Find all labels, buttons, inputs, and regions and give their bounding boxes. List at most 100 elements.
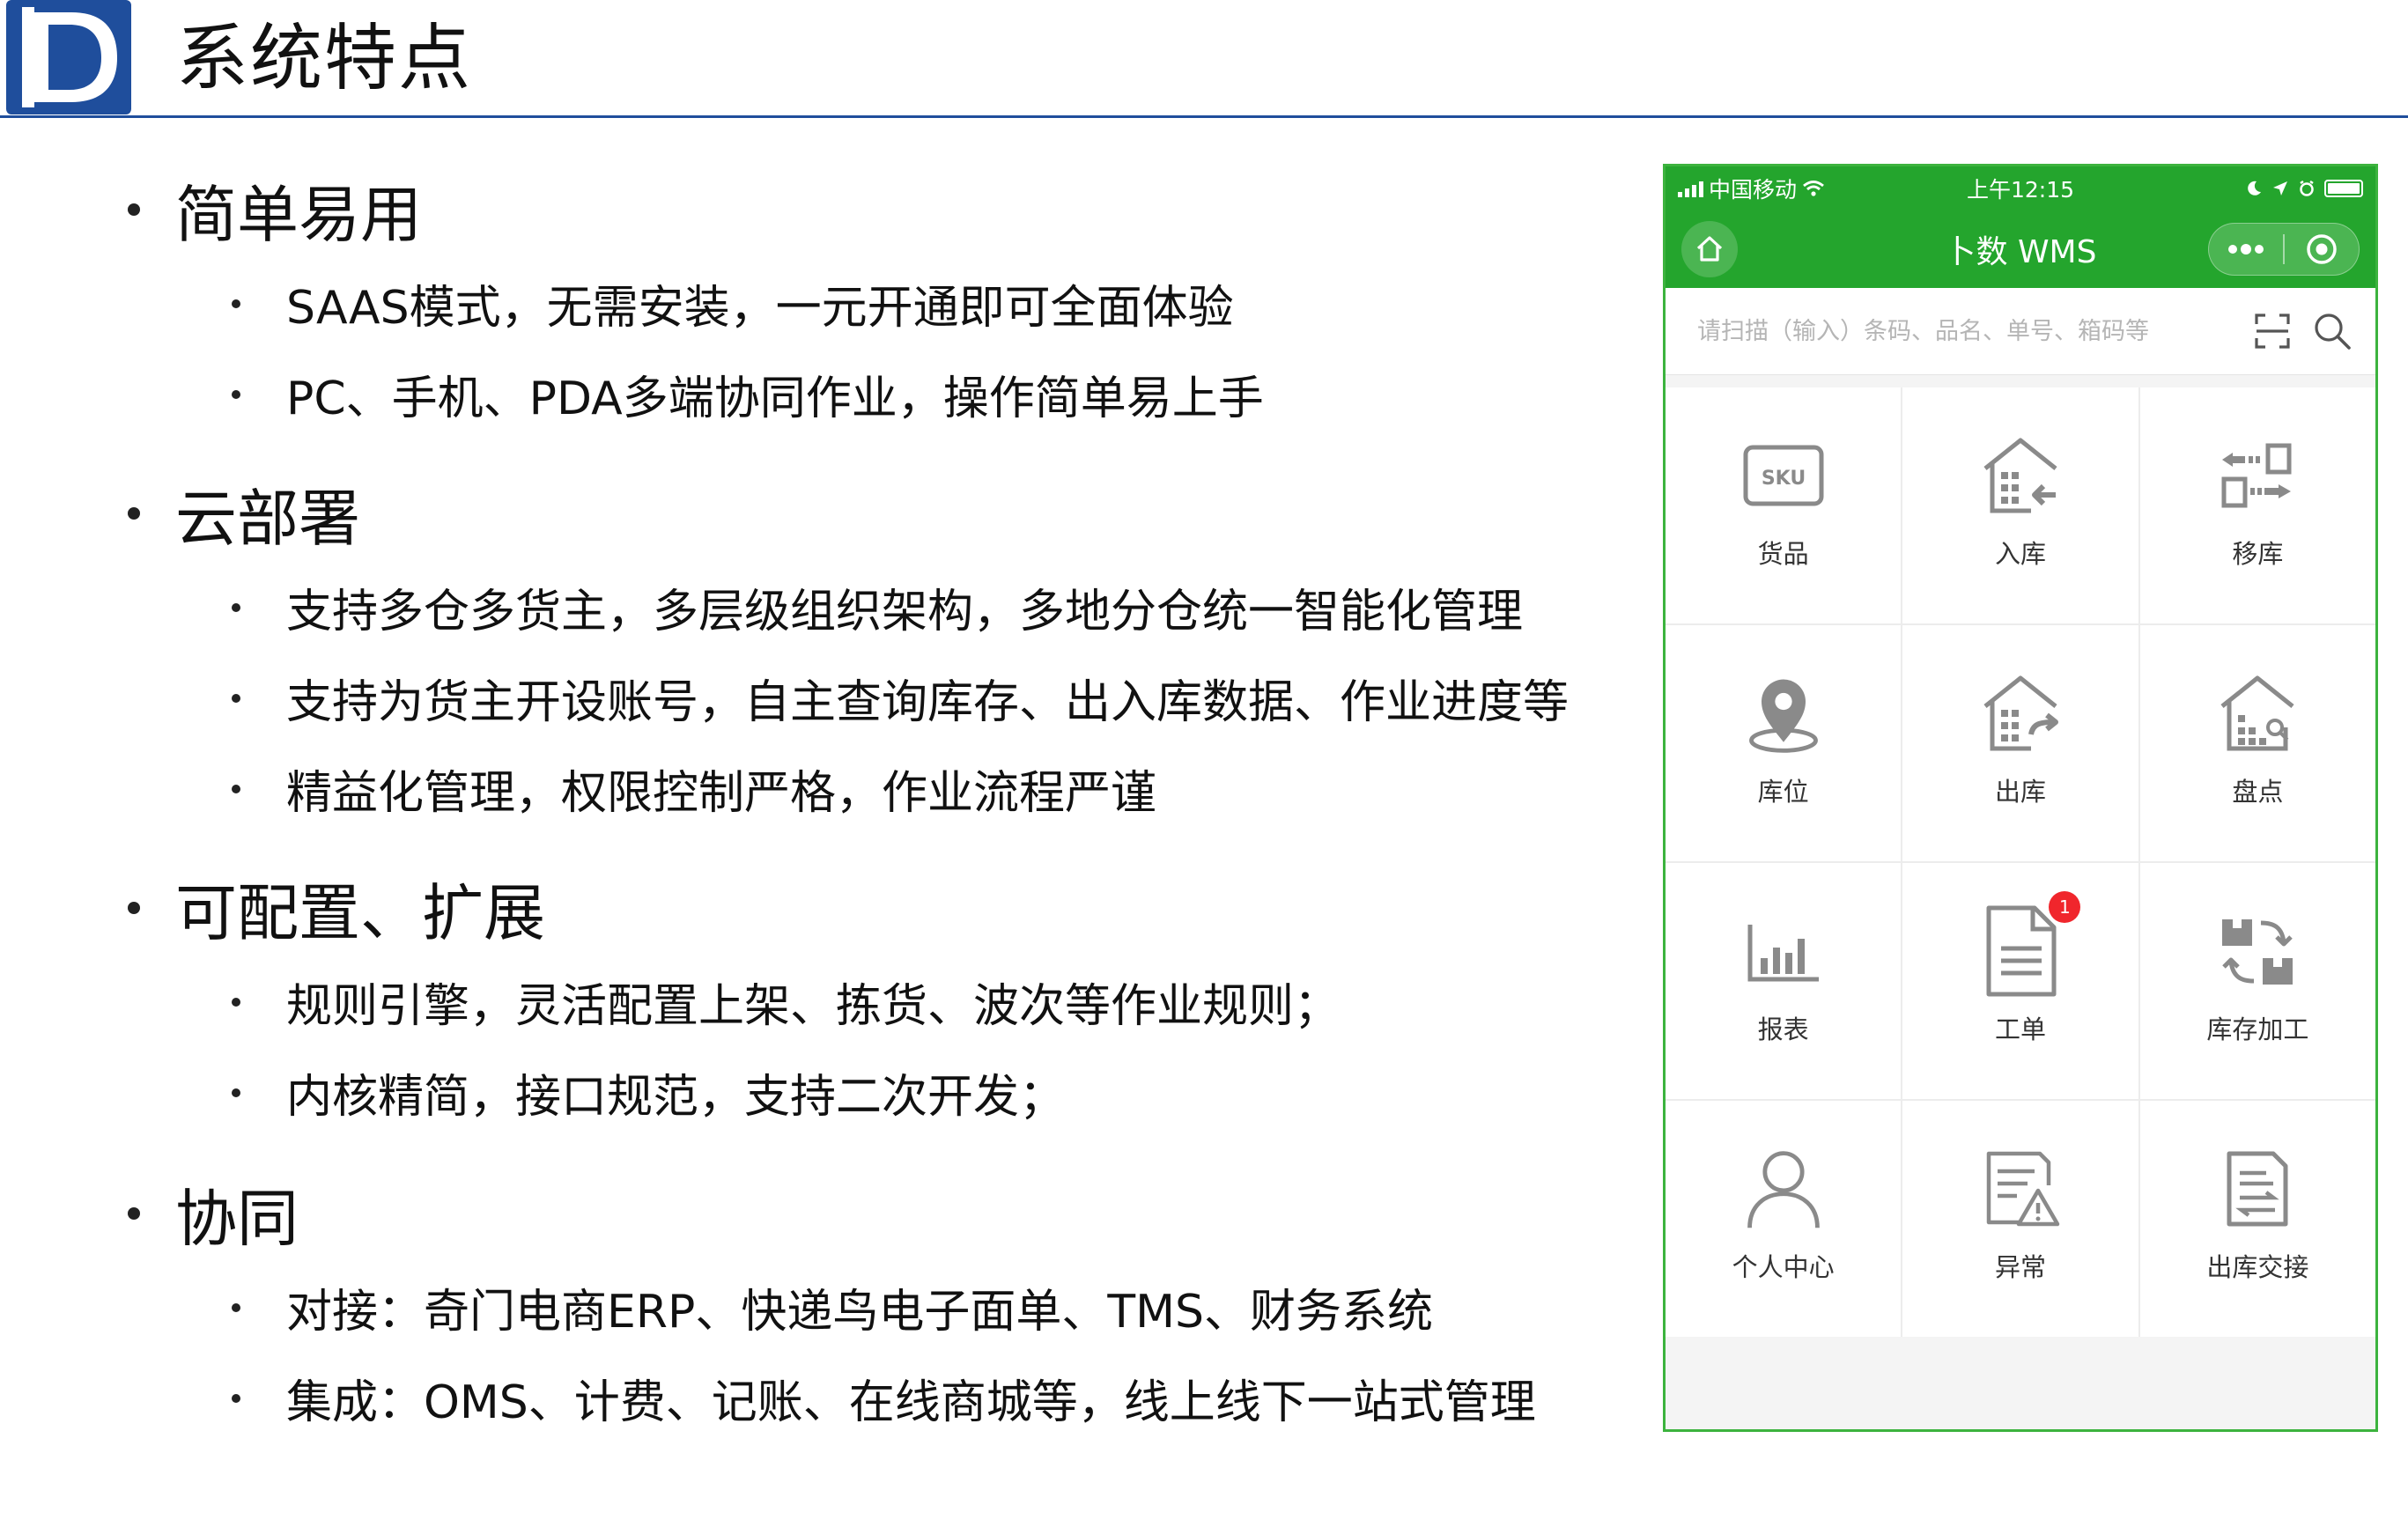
bullet-dot xyxy=(232,299,240,308)
battery-icon xyxy=(2323,180,2363,197)
feature-item: 对接：奇门电商ERP、快递鸟电子面单、TMS、财务系统 xyxy=(128,1262,1536,1353)
tile-label: 盘点 xyxy=(2232,777,2284,807)
tile-label: 库存加工 xyxy=(2206,1014,2309,1044)
bullet-dot xyxy=(128,507,140,520)
search-button[interactable] xyxy=(2308,307,2356,355)
tile-label: 库位 xyxy=(1757,777,1809,807)
more-dots-icon xyxy=(2228,244,2264,254)
phone-screenshot: 中国移动 上午12:15 卜数 WMS 请扫描（输入）条码、品名、单号、箱码等 … xyxy=(1663,164,2378,1432)
search-bar xyxy=(1666,288,2375,375)
tile-label: 工单 xyxy=(1994,1014,2046,1044)
tile-stocktake[interactable]: 盘点 xyxy=(2139,625,2375,861)
scan-button[interactable] xyxy=(2249,307,2296,355)
search-input[interactable] xyxy=(1695,316,2236,346)
bullet-dot xyxy=(128,902,140,914)
tile-transfer[interactable]: 移库 xyxy=(2139,387,2375,623)
bullet-dot xyxy=(232,389,240,399)
moon-icon xyxy=(2248,181,2261,195)
tile-goods[interactable]: SKU 货品 xyxy=(1666,387,1902,623)
user-icon xyxy=(1740,1145,1828,1233)
alarm-icon xyxy=(2300,180,2314,196)
bullet-dot xyxy=(232,693,240,703)
bar-chart-icon xyxy=(1740,907,1828,995)
nav-bar: 卜数 WMS xyxy=(1666,210,2375,288)
tile-work-order[interactable]: 1 工单 xyxy=(1902,863,2138,1099)
tile-processing[interactable]: 库存加工 xyxy=(2139,863,2375,1099)
tile-handover[interactable]: 出库交接 xyxy=(2139,1101,2375,1337)
signal-icon xyxy=(1678,180,1703,197)
section-title: 可配置、扩展 xyxy=(175,876,545,949)
feature-item: 支持为货主开设账号，自主查询库存、出入库数据、作业进度等 xyxy=(128,653,1569,743)
bullet-dot xyxy=(232,784,240,793)
status-bar: 中国移动 上午12:15 xyxy=(1666,166,2375,210)
close-program-button[interactable] xyxy=(2285,224,2359,275)
bullet-dot xyxy=(232,1088,240,1097)
section-title: 云部署 xyxy=(175,482,360,555)
tile-label: 个人中心 xyxy=(1732,1252,1835,1282)
feature-item: SAAS模式，无需安装，一元开通即可全面体验 xyxy=(128,258,1264,349)
feature-item-text: 精益化管理，权限控制严格，作业流程严谨 xyxy=(286,767,1157,820)
feature-item-text: SAAS模式，无需安装，一元开通即可全面体验 xyxy=(286,282,1234,335)
tile-outbound[interactable]: 出库 xyxy=(1902,625,2138,861)
sku-box-icon: SKU xyxy=(1740,432,1828,520)
section-title: 简单易用 xyxy=(175,178,422,251)
inbound-warehouse-icon xyxy=(1976,432,2065,520)
tile-location[interactable]: 库位 xyxy=(1666,625,1902,861)
search-icon xyxy=(2315,314,2351,350)
bullet-dot xyxy=(232,602,240,612)
tile-label: 异常 xyxy=(1994,1252,2046,1282)
carrier-label: 中国移动 xyxy=(1709,177,1798,203)
location-pin-icon xyxy=(1740,669,1828,757)
notification-badge: 1 xyxy=(2049,891,2081,923)
tile-label: 入库 xyxy=(1994,539,2046,569)
stocktake-warehouse-icon xyxy=(2213,669,2301,757)
feature-item-text: 规则引擎，灵活配置上架、拣货、波次等作业规则； xyxy=(286,980,1341,1033)
function-grid: SKU 货品 入库 移库 库位 出库 盘点 报表 1 工单 库存加工 个人中心 … xyxy=(1666,387,2375,1337)
location-arrow-icon xyxy=(2272,181,2287,195)
tile-inbound[interactable]: 入库 xyxy=(1902,387,2138,623)
feature-item-text: 支持多仓多货主，多层级组织架构，多地分仓统一智能化管理 xyxy=(286,586,1524,638)
feature-section: 可配置、扩展 规则引擎，灵活配置上架、拣货、波次等作业规则； 内核精简，接口规范… xyxy=(128,859,1340,1138)
tile-label: 报表 xyxy=(1757,1014,1809,1044)
tile-label: 出库 xyxy=(1994,777,2046,807)
feature-item: 精益化管理，权限控制严格，作业流程严谨 xyxy=(128,743,1569,834)
tile-label: 货品 xyxy=(1757,539,1809,569)
target-circle-icon xyxy=(2307,234,2337,264)
home-button[interactable] xyxy=(1681,221,1738,277)
feature-item-text: 对接：奇门电商ERP、快递鸟电子面单、TMS、财务系统 xyxy=(286,1286,1433,1339)
feature-item: 规则引擎，灵活配置上架、拣货、波次等作业规则； xyxy=(128,956,1340,1047)
feature-item-text: 内核精简，接口规范，支持二次开发； xyxy=(286,1071,1066,1124)
feature-section: 云部署 支持多仓多货主，多层级组织架构，多地分仓统一智能化管理 支持为货主开设账… xyxy=(128,465,1569,834)
feature-list: 简单易用 SAAS模式，无需安装，一元开通即可全面体验 PC、手机、PDA多端协… xyxy=(0,0,1647,1527)
home-icon xyxy=(1696,236,1723,262)
feature-item: 集成：OMS、计费、记账、在线商城等，线上线下一站式管理 xyxy=(128,1353,1536,1443)
processing-boxes-icon xyxy=(2213,907,2301,995)
tile-report[interactable]: 报表 xyxy=(1666,863,1902,1099)
mini-program-capsule xyxy=(2208,223,2360,276)
tile-label: 出库交接 xyxy=(2206,1252,2309,1282)
handover-document-icon xyxy=(2213,1145,2301,1233)
document-icon xyxy=(1976,905,2065,997)
transfer-arrows-icon xyxy=(2213,432,2301,520)
section-title: 协同 xyxy=(175,1182,299,1255)
warning-document-icon xyxy=(1976,1145,2065,1233)
feature-item-text: PC、手机、PDA多端协同作业，操作简单易上手 xyxy=(286,373,1264,425)
bullet-dot xyxy=(128,1207,140,1220)
tile-profile[interactable]: 个人中心 xyxy=(1666,1101,1902,1337)
outbound-warehouse-icon xyxy=(1976,669,2065,757)
wifi-icon xyxy=(1803,181,1824,196)
bullet-dot xyxy=(232,1393,240,1403)
tile-exception[interactable]: 异常 xyxy=(1902,1101,2138,1337)
feature-item: PC、手机、PDA多端协同作业，操作简单易上手 xyxy=(128,349,1264,439)
sku-text: SKU xyxy=(1761,468,1805,490)
feature-item-text: 集成：OMS、计费、记账、在线商城等，线上线下一站式管理 xyxy=(286,1376,1536,1429)
feature-section: 协同 对接：奇门电商ERP、快递鸟电子面单、TMS、财务系统 集成：OMS、计费… xyxy=(128,1165,1536,1443)
feature-section: 简单易用 SAAS模式，无需安装，一元开通即可全面体验 PC、手机、PDA多端协… xyxy=(128,161,1264,439)
bullet-dot xyxy=(128,203,140,216)
status-time: 上午12:15 xyxy=(1966,177,2075,203)
bullet-dot xyxy=(232,1302,240,1312)
scan-icon xyxy=(2255,314,2290,349)
bullet-dot xyxy=(232,997,240,1007)
more-button[interactable] xyxy=(2209,224,2283,275)
tile-label: 移库 xyxy=(2232,539,2284,569)
